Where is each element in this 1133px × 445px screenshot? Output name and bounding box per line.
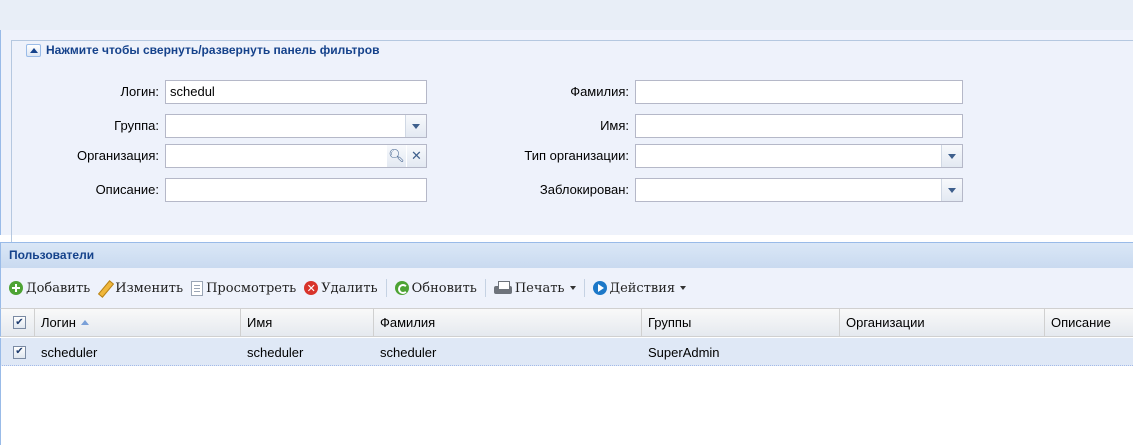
- refresh-button[interactable]: Обновить: [394, 280, 477, 296]
- column-header-first-name[interactable]: Имя: [241, 309, 374, 336]
- search-icon[interactable]: 🔍︎: [387, 145, 406, 167]
- actions-button[interactable]: Действия: [592, 280, 687, 296]
- chevron-down-icon[interactable]: [405, 115, 426, 137]
- cell-description: [1045, 338, 1133, 366]
- first-name-field[interactable]: [635, 114, 963, 138]
- column-header-login-label: Логин: [41, 315, 76, 330]
- edit-button-label: Изменить: [115, 280, 184, 296]
- top-strip: [0, 0, 1133, 30]
- group-select[interactable]: [165, 114, 427, 138]
- toolbar-separator: [385, 279, 387, 297]
- column-header-login[interactable]: Логин: [35, 309, 241, 336]
- column-header-description[interactable]: Описание: [1045, 309, 1133, 336]
- column-header-organizations[interactable]: Организации: [840, 309, 1045, 336]
- last-name-label: Фамилия:: [570, 84, 629, 99]
- column-header-last-name[interactable]: Фамилия: [374, 309, 642, 336]
- grid-empty-area: [0, 366, 1133, 445]
- view-button-label: Просмотреть: [206, 280, 297, 296]
- description-field[interactable]: [165, 178, 427, 202]
- actions-icon: [592, 281, 607, 295]
- login-field[interactable]: schedul: [165, 80, 427, 104]
- delete-icon: ✕: [304, 281, 319, 295]
- users-panel-title: Пользователи: [9, 248, 95, 262]
- document-icon: [191, 280, 204, 296]
- toolbar-separator: [583, 279, 585, 297]
- refresh-icon: [394, 281, 409, 295]
- row-checkbox[interactable]: ✔: [13, 345, 26, 359]
- column-header-organizations-label: Организации: [846, 315, 925, 330]
- printer-icon: [493, 281, 512, 295]
- grid-header: ✔ Логин Имя Фамилия Группы Организации О…: [0, 308, 1133, 337]
- view-button[interactable]: Просмотреть: [191, 280, 297, 296]
- print-button[interactable]: Печать: [493, 280, 576, 296]
- blocked-label: Заблокирован:: [539, 182, 629, 197]
- collapse-toggle-icon[interactable]: [26, 43, 41, 57]
- add-button-label: Добавить: [26, 280, 91, 296]
- edit-button[interactable]: Изменить: [98, 281, 183, 296]
- org-type-select[interactable]: [635, 144, 963, 168]
- clear-icon[interactable]: ✕: [407, 145, 426, 167]
- blocked-select[interactable]: [635, 178, 963, 202]
- column-header-last-name-label: Фамилия: [380, 315, 436, 330]
- pencil-icon: [98, 281, 112, 295]
- filter-toggle-label[interactable]: Нажмите чтобы свернуть/развернуть панель…: [46, 43, 379, 57]
- dropdown-arrow-icon: [569, 286, 576, 290]
- chevron-down-icon[interactable]: [941, 179, 962, 201]
- users-toolbar: Добавить Изменить Просмотреть ✕ Удалить …: [0, 268, 1133, 308]
- last-name-field[interactable]: [635, 80, 963, 104]
- login-label: Логин:: [120, 84, 159, 99]
- row-select-cell[interactable]: ✔: [1, 338, 35, 366]
- add-button[interactable]: Добавить: [9, 281, 90, 296]
- description-label: Описание:: [95, 182, 159, 197]
- delete-button[interactable]: ✕ Удалить: [304, 280, 378, 296]
- cell-organizations: [840, 338, 1045, 366]
- cell-first-name: scheduler: [247, 344, 304, 360]
- dropdown-arrow-icon: [680, 286, 687, 290]
- actions-button-label: Действия: [609, 280, 676, 296]
- cell-groups: SuperAdmin: [648, 344, 720, 360]
- organization-field[interactable]: 🔍︎ ✕: [165, 144, 427, 168]
- select-all-cell[interactable]: ✔: [1, 309, 35, 336]
- print-button-label: Печать: [514, 280, 565, 296]
- add-icon: [9, 281, 23, 295]
- refresh-button-label: Обновить: [411, 280, 477, 296]
- toolbar-separator: [484, 279, 486, 297]
- column-header-groups-label: Группы: [648, 315, 692, 330]
- org-type-label: Тип организации:: [524, 148, 629, 163]
- column-header-description-label: Описание: [1051, 315, 1111, 330]
- sort-asc-icon: [80, 320, 89, 325]
- column-header-first-name-label: Имя: [247, 315, 273, 330]
- group-label: Группа:: [114, 118, 159, 133]
- cell-login: scheduler: [41, 344, 98, 360]
- delete-button-label: Удалить: [321, 280, 378, 296]
- table-row[interactable]: ✔ scheduler scheduler scheduler SuperAdm…: [0, 338, 1133, 366]
- column-header-groups[interactable]: Группы: [642, 309, 840, 336]
- filter-toggle[interactable]: Нажмите чтобы свернуть/развернуть панель…: [22, 43, 384, 57]
- organization-label: Организация:: [76, 148, 159, 163]
- cell-last-name: scheduler: [380, 344, 437, 360]
- first-name-label: Имя:: [600, 118, 629, 133]
- users-panel-header: Пользователи: [0, 242, 1133, 268]
- chevron-down-icon[interactable]: [941, 145, 962, 167]
- select-all-checkbox[interactable]: ✔: [13, 316, 26, 329]
- filter-panel: Нажмите чтобы свернуть/развернуть панель…: [0, 30, 1133, 250]
